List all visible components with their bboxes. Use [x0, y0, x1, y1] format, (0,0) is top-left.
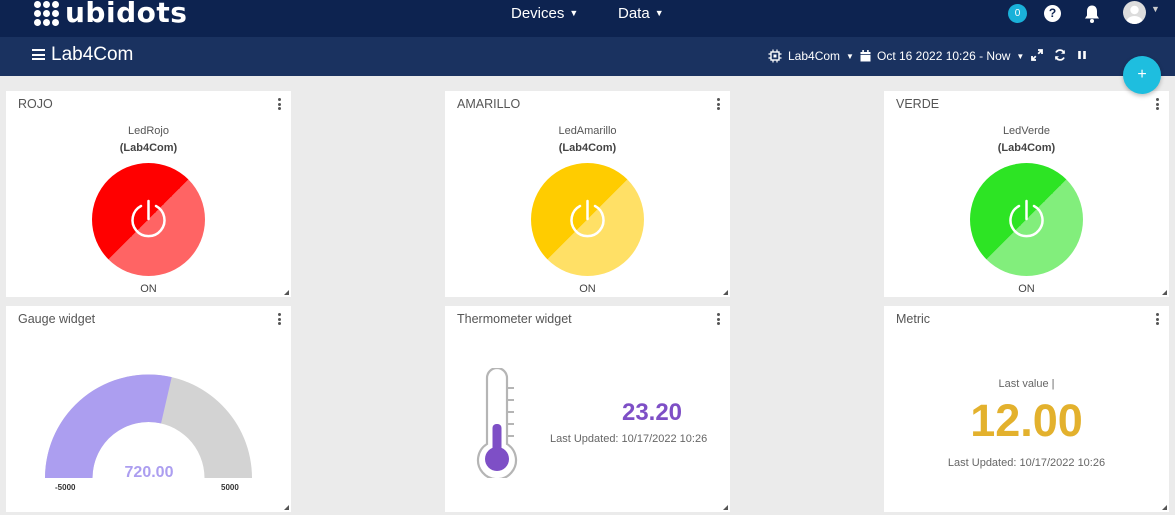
gauge-value: 720.00: [124, 464, 174, 481]
notifications-count-badge[interactable]: 0: [1008, 4, 1027, 23]
device-selector-label: Lab4Com: [788, 49, 841, 63]
more-options-icon[interactable]: [1156, 313, 1159, 327]
switch-device-label: (Lab4Com): [558, 142, 617, 154]
more-options-icon[interactable]: [717, 98, 720, 112]
switch-variable-label: LedAmarillo: [558, 125, 617, 137]
widget-metric[interactable]: Metric Last value | 12.00 Last Updated: …: [884, 306, 1169, 512]
gauge-min-label: -5000: [55, 483, 76, 492]
switch-toggle[interactable]: [531, 163, 644, 276]
widget-rojo[interactable]: ROJO LedRojo (Lab4Com) ON: [6, 91, 291, 297]
switch-variable-label: LedRojo: [128, 125, 169, 137]
power-icon: [1009, 199, 1044, 238]
widget-verde[interactable]: VERDE LedVerde (Lab4Com) ON: [884, 91, 1169, 297]
hamburger-menu-icon[interactable]: [32, 49, 45, 60]
resize-handle[interactable]: [1162, 505, 1167, 510]
thermometer-icon: [476, 368, 518, 478]
last-updated-label: Last Updated: 10/17/2022 10:26: [947, 457, 1106, 469]
logo-text: ubidots: [65, 0, 188, 29]
power-icon: [131, 199, 166, 238]
devices-menu-label: Devices: [511, 4, 565, 22]
gauge-max-label: 5000: [221, 483, 239, 492]
data-menu[interactable]: Data ▼: [618, 0, 664, 26]
more-options-icon[interactable]: [278, 98, 281, 112]
switch-variable-label: LedVerde: [1002, 125, 1051, 137]
metric-label: Last value |: [998, 378, 1055, 390]
widget-title: VERDE: [896, 97, 940, 111]
caret-down-icon: ▼: [846, 51, 854, 61]
widget-thermometer[interactable]: Thermometer widget 23.20 Last Updated: 1…: [445, 306, 730, 512]
dashboard-bar: Lab4Com Lab4Com ▼ Oct 16 2022 10:26 - No…: [0, 37, 1175, 76]
metric-value: 12.00: [970, 395, 1083, 446]
thermometer-value: 23.20: [621, 399, 683, 426]
switch-device-label: (Lab4Com): [997, 142, 1056, 154]
top-navbar: ubidots Devices ▼ Data ▼ 0 ? ▼: [0, 0, 1175, 37]
widget-title: Thermometer widget: [457, 312, 572, 326]
resize-handle[interactable]: [284, 505, 289, 510]
more-options-icon[interactable]: [717, 313, 720, 327]
more-options-icon[interactable]: [1156, 98, 1159, 112]
switch-device-label: (Lab4Com): [119, 142, 178, 154]
widget-title: Metric: [896, 312, 931, 326]
resize-handle[interactable]: [284, 290, 289, 295]
switch-state: ON: [1018, 283, 1035, 295]
help-icon[interactable]: ?: [1044, 5, 1061, 22]
user-avatar[interactable]: [1123, 1, 1146, 24]
resize-handle[interactable]: [723, 505, 728, 510]
switch-toggle[interactable]: [970, 163, 1083, 276]
data-menu-label: Data: [618, 4, 650, 22]
ubidots-logo[interactable]: ubidots: [34, 0, 187, 30]
chip-icon: [768, 49, 782, 63]
caret-down-icon: ▼: [1016, 51, 1025, 61]
switch-toggle[interactable]: [92, 163, 205, 276]
calendar-icon: [860, 50, 871, 62]
caret-down-icon: ▼: [654, 8, 664, 18]
date-range-selector[interactable]: Oct 16 2022 10:26 - Now ▼: [860, 49, 1024, 63]
power-icon: [570, 199, 605, 238]
date-range-label: Oct 16 2022 10:26 - Now: [877, 49, 1011, 63]
fullscreen-icon[interactable]: [1031, 49, 1043, 61]
switch-state: ON: [140, 283, 157, 295]
gauge-fill: [45, 374, 172, 478]
resize-handle[interactable]: [1162, 290, 1167, 295]
widget-title: AMARILLO: [457, 97, 521, 111]
devices-menu[interactable]: Devices ▼: [511, 0, 578, 26]
caret-down-icon[interactable]: ▼: [1151, 4, 1160, 14]
add-widget-button[interactable]: +: [1123, 56, 1161, 94]
widget-amarillo[interactable]: AMARILLO LedAmarillo (Lab4Com) ON: [445, 91, 730, 297]
pause-icon[interactable]: [1077, 49, 1087, 61]
caret-down-icon: ▼: [569, 8, 579, 18]
last-updated-label: Last Updated: 10/17/2022 10:26: [550, 433, 708, 445]
bell-icon[interactable]: [1083, 4, 1101, 24]
logo-dots-icon: [34, 0, 59, 26]
refresh-icon[interactable]: [1054, 49, 1066, 61]
device-selector[interactable]: Lab4Com ▼: [768, 49, 854, 63]
widget-gauge[interactable]: Gauge widget 720.00 -5000 5000: [6, 306, 291, 512]
resize-handle[interactable]: [723, 290, 728, 295]
widget-title: ROJO: [18, 97, 53, 111]
switch-state: ON: [579, 283, 596, 295]
dashboard-title[interactable]: Lab4Com: [51, 44, 133, 66]
user-icon: [1126, 5, 1143, 24]
